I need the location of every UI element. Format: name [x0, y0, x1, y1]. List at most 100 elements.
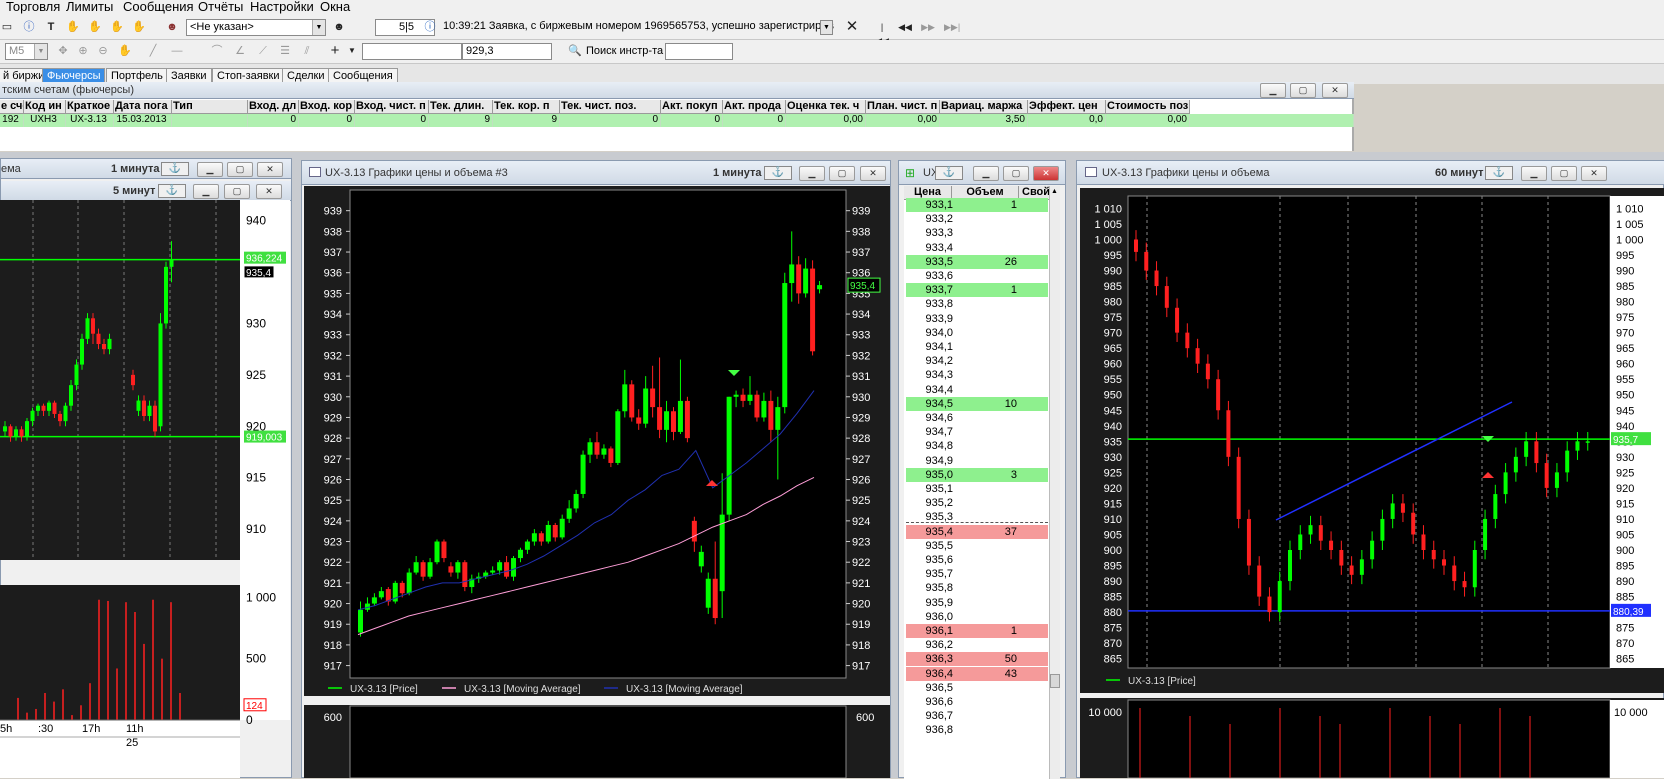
table-cell[interactable]: 0 — [355, 114, 429, 127]
table-cell[interactable]: 9 — [493, 114, 560, 127]
hand-stop-icon[interactable]: ✋ — [110, 20, 124, 34]
user-settings-icon[interactable]: ☻ — [332, 20, 346, 34]
column-header[interactable]: Вариац. маржа — [940, 100, 1028, 114]
prev-message-icon[interactable]: ◀◀ — [898, 20, 912, 34]
column-header[interactable]: Вход. кор — [299, 100, 355, 114]
table-cell[interactable]: 3,50 — [940, 114, 1028, 127]
user-icon[interactable]: ☻ — [165, 20, 179, 34]
table-cell[interactable]: UXH3 — [24, 114, 66, 127]
minimize-icon[interactable]: ▁ — [1260, 83, 1286, 98]
table-cell[interactable]: 0 — [723, 114, 786, 127]
column-header[interactable]: Вход. чист. п — [355, 100, 429, 114]
orderbook-row[interactable]: 936,2 — [906, 638, 1048, 652]
column-header[interactable]: Краткое — [66, 100, 114, 114]
line-tool-icon[interactable]: ╱ — [146, 44, 160, 58]
orderbook-row[interactable]: 934,0 — [906, 326, 1048, 340]
channel-tool-icon[interactable]: ⫽ — [300, 44, 314, 58]
hand-buy-icon[interactable]: ✋ — [66, 20, 80, 34]
orderbook-row[interactable]: 935,2 — [906, 496, 1048, 510]
close-icon[interactable]: ✕ — [256, 184, 282, 199]
message-dropdown-icon[interactable]: ▼ — [820, 20, 833, 35]
column-header[interactable]: Тип — [172, 100, 248, 114]
close-icon[interactable]: ✕ — [1322, 83, 1348, 98]
menu-settings[interactable]: Настройки — [250, 0, 314, 14]
price-field[interactable]: 929,3 — [462, 43, 552, 60]
levels-tool-icon[interactable]: ☰ — [278, 44, 292, 58]
orderbook-row[interactable]: 936,5 — [906, 681, 1048, 695]
orderbook-row[interactable]: 933,6 — [906, 269, 1048, 283]
minimize-icon[interactable]: ▁ — [197, 162, 223, 177]
menu-messages[interactable]: Сообщения — [123, 0, 194, 14]
orderbook-row[interactable]: 936,0 — [906, 610, 1048, 624]
orderbook-row[interactable]: 935,6 — [906, 553, 1048, 567]
close-icon[interactable]: ✕ — [1033, 166, 1059, 181]
orderbook-row[interactable]: 935,7 — [906, 567, 1048, 581]
table-cell[interactable] — [172, 114, 248, 127]
table-cell[interactable]: 0 — [661, 114, 723, 127]
first-message-icon[interactable]: |◀◀ — [875, 20, 889, 46]
column-header[interactable]: План. чист. п — [866, 100, 940, 114]
orderbook-row[interactable]: 936,7 — [906, 709, 1048, 723]
orderbook-row[interactable]: 933,7 1 — [906, 283, 1048, 298]
orderbook-row[interactable]: 933,8 — [906, 297, 1048, 311]
add-icon[interactable]: + — [328, 43, 342, 58]
arc-tool-icon[interactable]: ⌒ — [210, 44, 224, 58]
orderbook-row[interactable]: 935,8 — [906, 581, 1048, 595]
table-cell[interactable]: 192 — [0, 114, 24, 127]
crosshair-icon[interactable]: ⊕ — [76, 44, 90, 58]
minimize-icon[interactable]: ▁ — [1521, 166, 1547, 181]
last-message-icon[interactable]: ▶▶| — [944, 20, 960, 34]
column-header[interactable]: Дата пога — [114, 100, 172, 114]
column-header[interactable]: Тек. длин. — [429, 100, 493, 114]
column-header[interactable]: Тек. чист. поз. — [560, 100, 661, 114]
maximize-icon[interactable]: ▢ — [224, 184, 250, 199]
menu-reports[interactable]: Отчёты — [198, 0, 243, 14]
orderbook-row[interactable]: 936,6 — [906, 695, 1048, 709]
orderbook-row[interactable]: 934,5 10 — [906, 396, 1048, 411]
orderbook-row[interactable]: 935,0 3 — [906, 467, 1048, 482]
orderbook-row[interactable]: 936,1 1 — [906, 624, 1048, 638]
minimize-icon[interactable]: ▁ — [973, 166, 999, 181]
orderbook-row[interactable]: 933,2 — [906, 212, 1048, 226]
minimize-icon[interactable]: ▁ — [799, 166, 825, 181]
table-cell[interactable]: 0 — [299, 114, 355, 127]
close-icon[interactable]: ✕ — [845, 19, 859, 34]
anchor-icon[interactable]: ⚓ — [764, 166, 792, 180]
interval-select[interactable]: M5 ▼ — [5, 43, 48, 60]
anchor-icon[interactable]: ⚓ — [161, 162, 189, 176]
search-input[interactable] — [665, 43, 733, 60]
menu-trade[interactable]: Торговля — [6, 0, 60, 14]
orderbook-scrollbar[interactable]: ▲ — [1049, 186, 1060, 779]
info-icon[interactable]: ⓘ — [22, 20, 36, 34]
column-header[interactable]: е сче — [0, 100, 24, 114]
fan-tool-icon[interactable]: ⟋ — [256, 44, 270, 58]
table-cell[interactable]: 0,0 — [1028, 114, 1106, 127]
maximize-icon[interactable]: ▢ — [1003, 166, 1029, 181]
close-icon[interactable]: ✕ — [860, 166, 886, 181]
left-chart-svg[interactable]: 940935930925920915910936,224935,4919,003… — [0, 200, 290, 778]
maximize-icon[interactable]: ▢ — [227, 162, 253, 177]
scroll-up-icon[interactable]: ▲ — [1051, 188, 1058, 195]
maximize-icon[interactable]: ▢ — [1551, 166, 1577, 181]
table-cell[interactable]: 0 — [560, 114, 661, 127]
column-header[interactable]: Акт. прода — [723, 100, 786, 114]
account-select[interactable]: <Не указан> ▼ — [186, 19, 326, 36]
add-dropdown-icon[interactable]: ▼ — [345, 44, 359, 58]
orderbook-row[interactable]: 933,1 1 — [906, 198, 1048, 212]
orderbook-row[interactable]: 934,4 — [906, 383, 1048, 397]
column-header[interactable]: Оценка тек. ч — [786, 100, 866, 114]
close-icon[interactable]: ✕ — [257, 162, 283, 177]
anchor-icon[interactable]: ⚓ — [1485, 166, 1513, 180]
hand-pan-icon[interactable]: ✋ — [118, 44, 132, 58]
column-header[interactable]: Стоимость поз — [1106, 100, 1190, 114]
orderbook-row[interactable]: 935,1 — [906, 482, 1048, 496]
column-header[interactable]: Вход. дл — [248, 100, 299, 114]
scroll-thumb[interactable] — [1050, 674, 1060, 688]
next-message-icon[interactable]: ▶▶ — [921, 20, 935, 34]
column-header[interactable]: Тек. кор. п — [493, 100, 560, 114]
orderbook-row[interactable]: 934,3 — [906, 368, 1048, 382]
orderbook-row[interactable]: 934,1 — [906, 340, 1048, 354]
table-cell[interactable]: 15.03.2013 — [114, 114, 172, 127]
zoom-out-icon[interactable]: ⊖ — [96, 44, 110, 58]
anchor-icon[interactable]: ⚓ — [935, 166, 963, 180]
